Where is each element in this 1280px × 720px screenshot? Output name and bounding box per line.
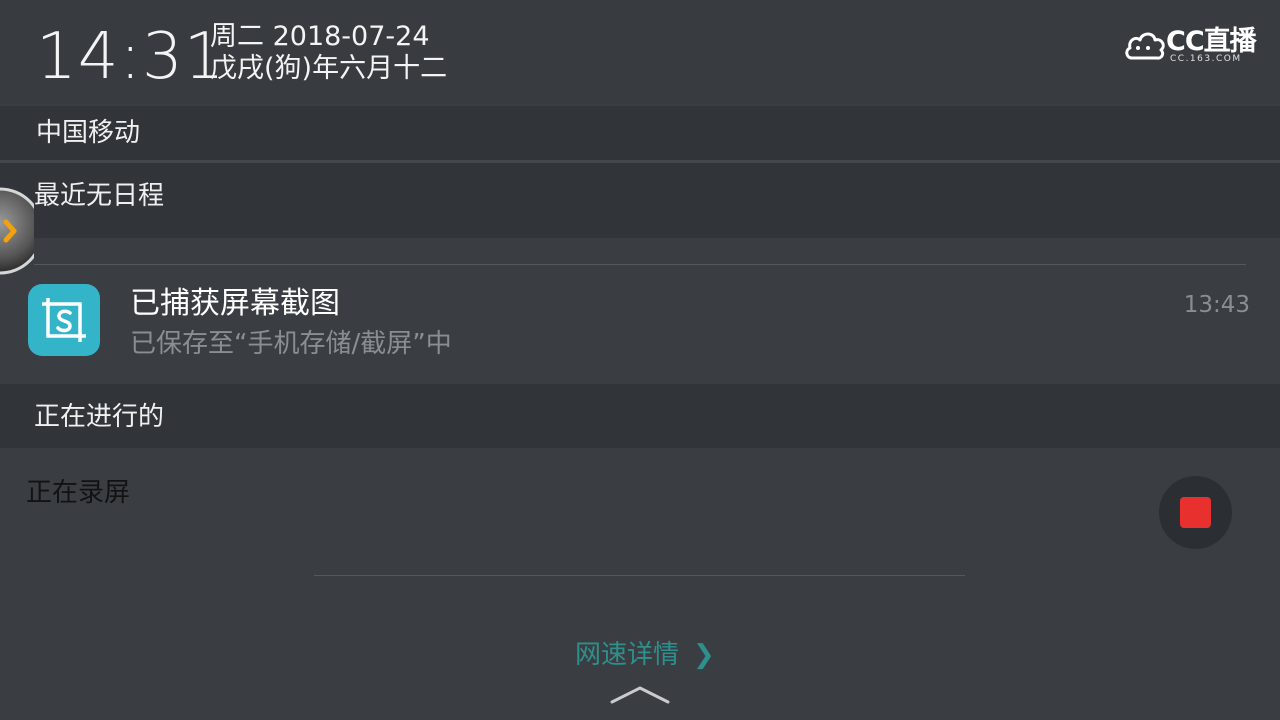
notification-time: 13:43 <box>1183 292 1250 318</box>
stop-recording-button[interactable] <box>1159 476 1232 549</box>
carrier-name: 中国移动 <box>0 106 1280 160</box>
floating-ball-icon[interactable] <box>0 186 34 276</box>
chevron-right-icon[interactable]: ❯ <box>693 638 715 672</box>
screenshot-app-icon <box>28 284 100 356</box>
stop-icon <box>1180 497 1211 528</box>
schedule-status[interactable]: 最近无日程 <box>0 163 1280 238</box>
notification-title: 已捕获屏幕截图 <box>130 286 340 321</box>
ongoing-section-title: 正在进行的 <box>0 384 1280 448</box>
date-lunar: 戊戌(狗)年六月十二 <box>210 53 448 84</box>
divider <box>34 264 1246 265</box>
notification-body: 已保存至“手机存储/截屏”中 <box>130 329 452 359</box>
cloud-logo-icon <box>1125 32 1165 60</box>
chevron-up-icon[interactable] <box>608 684 672 706</box>
logo-subtext: CC.163.COM <box>1170 54 1242 64</box>
recording-label: 正在录屏 <box>26 478 131 508</box>
cc-live-logo: CC直播 CC.163.COM <box>1124 26 1258 66</box>
screen-recording-panel[interactable]: 正在录屏 <box>0 448 1280 720</box>
clock[interactable]: 14:31 <box>36 18 225 96</box>
date-weekday[interactable]: 周二 2018-07-24 <box>210 20 430 54</box>
divider <box>314 575 965 576</box>
network-details-link[interactable]: 网速详情 <box>575 638 679 672</box>
screenshot-notification[interactable]: 已捕获屏幕截图 已保存至“手机存储/截屏”中 13:43 <box>0 238 1280 384</box>
status-header: 14:31 周二 2018-07-24 戊戌(狗)年六月十二 CC直播 CC.1… <box>0 0 1280 104</box>
